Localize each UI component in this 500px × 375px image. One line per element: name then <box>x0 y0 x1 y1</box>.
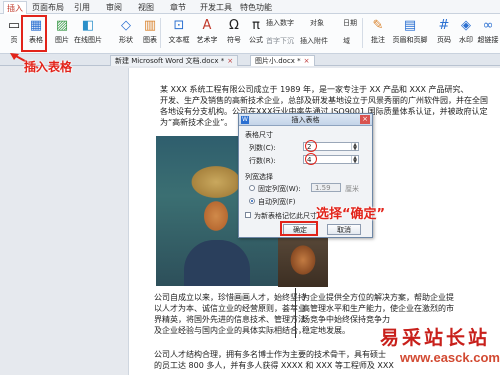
wordart-icon: A <box>202 18 212 33</box>
text-line: 开发、生产及销售的高新技术企业，总部及研发基地设立于风景秀丽的广州软件园，并在全… <box>160 96 488 105</box>
header-footer-label: 页眉和页脚 <box>392 36 428 44</box>
spinner-arrows-icon[interactable]: ▲ ▼ <box>351 156 358 165</box>
columns-value-circle <box>305 140 317 152</box>
date-button[interactable]: 日期 <box>343 18 357 28</box>
fixed-width-input[interactable]: 1.59 <box>311 183 341 192</box>
tab-developer[interactable]: 开发工具 <box>200 2 232 13</box>
textbox-icon: ⊡ <box>173 18 185 33</box>
online-picture-icon: ◧ <box>81 18 95 33</box>
wordart-label: 艺术字 <box>196 36 218 44</box>
tab-view[interactable]: 视图 <box>138 2 154 13</box>
comment-icon: ✎ <box>372 18 384 33</box>
picture-icon: ▨ <box>55 18 69 33</box>
header-footer-icon: ▤ <box>403 18 417 33</box>
header-footer-button[interactable]: ▤ 页眉和页脚 <box>392 16 428 50</box>
fixed-width-label: 固定列宽(W): <box>258 185 301 193</box>
text-line: 及企业经验与国内企业的具体实际相结合， <box>154 326 306 335</box>
ribbon-separator <box>160 18 161 48</box>
table-button-highlight <box>21 15 47 52</box>
text-line: 以人才为本、诚信立业的经营原则，荟萃业 <box>154 304 306 313</box>
hyperlink-label: 超链接 <box>477 36 499 44</box>
tab-chapter[interactable]: 章节 <box>170 2 186 13</box>
remember-size-label: 为新表格记忆此尺寸 <box>254 212 317 220</box>
columns-label: 列数(C): <box>249 144 276 152</box>
doc-tab-new[interactable]: 新建 Microsoft Word 文档.docx * × <box>110 55 239 66</box>
close-icon[interactable]: × <box>304 57 310 65</box>
doc-tab-image[interactable]: 图片小.docx * × <box>250 55 315 66</box>
menu-bar: 插入 页面布局 引用 审阅 视图 章节 开发工具 特色功能 <box>0 0 500 14</box>
ok-button-highlight <box>280 221 318 236</box>
spinner-arrows-icon[interactable]: ▲ ▼ <box>351 143 358 152</box>
document-tabs: 新建 Microsoft Word 文档.docx * × 图片小.docx * × <box>0 54 500 66</box>
cancel-button[interactable]: 取消 <box>327 224 361 235</box>
text-line: 界精英，将国外先进的信息技术、管理方法 <box>154 315 306 324</box>
rows-label: 行数(R): <box>249 157 276 165</box>
insert-picture-button[interactable]: ▨ 图片 <box>48 16 76 50</box>
text-line: 的员工达 800 多人，并有多人获得 XXXX 和 XXX 等工程师及 XXX <box>154 361 394 370</box>
textbox-label: 文本框 <box>168 36 190 44</box>
textbox-button[interactable]: ⊡ 文本框 <box>165 16 193 50</box>
dialog-title: 插入表格 <box>291 116 320 124</box>
site-watermark-url: www.easck.com <box>400 350 500 365</box>
rows-value-circle <box>305 153 317 165</box>
object-button[interactable]: 对象 <box>310 18 324 28</box>
doc-tab-image-label: 图片小.docx * <box>255 57 301 65</box>
tab-review[interactable]: 审阅 <box>106 2 122 13</box>
close-icon[interactable]: × <box>360 115 370 124</box>
attachment-button[interactable]: 插入附件 <box>300 36 328 46</box>
paragraph-left-column: 公司自成立以来，珍惜画画人才，始终坚持 以人才为本、诚信立业的经营原则，荟萃业 … <box>154 292 306 336</box>
site-watermark-text: 易采站长站 <box>380 327 491 349</box>
picture-label: 图片 <box>55 36 69 44</box>
portrait-image-right[interactable] <box>278 232 328 287</box>
column-divider <box>295 288 296 338</box>
text-line: 高管理水平和生产能力，使企业在激烈的市 <box>302 304 454 313</box>
fixed-width-radio[interactable] <box>249 185 255 191</box>
fixed-width-value: 1.59 <box>315 184 331 192</box>
text-line: 为企业提供全方位的解决方案，帮助企业提 <box>302 293 454 302</box>
ribbon: ▭ 页 ▦ 表格 ▨ 图片 ◧ 在线图片 ◇ 形状 ▥ 图表 ⊡ 文本框 A 艺… <box>0 14 500 54</box>
comment-label: 批注 <box>371 36 385 44</box>
tab-features[interactable]: 特色功能 <box>240 2 272 13</box>
table-size-heading: 表格尺寸 <box>245 131 273 139</box>
text-line: 公司自成立以来，珍惜画画人才，始终坚持 <box>154 293 306 302</box>
wordart-button[interactable]: A 艺术字 <box>193 16 221 50</box>
auto-width-label: 自动列宽(F) <box>258 198 296 206</box>
field-button[interactable]: 域 <box>343 36 350 46</box>
tab-references[interactable]: 引用 <box>74 2 90 13</box>
remember-size-checkbox[interactable] <box>245 212 251 218</box>
drop-cap-button[interactable]: 首字下沉 <box>266 36 294 46</box>
auto-width-radio[interactable] <box>249 198 255 204</box>
column-width-heading: 列宽选择 <box>245 173 273 181</box>
insert-table-note: 插入表格 <box>24 60 73 74</box>
hyperlink-button[interactable]: ∞ 超链接 <box>474 16 500 50</box>
online-picture-button[interactable]: ◧ 在线图片 <box>74 16 102 50</box>
insert-number-button[interactable]: 插入数字 <box>266 18 294 28</box>
text-line: 某 XXX 系统工程有限公司成立于 1989 年，是一家专注于 XX 产品和 X… <box>160 85 469 94</box>
close-icon[interactable]: × <box>227 57 233 65</box>
dialog-titlebar: W 插入表格 × <box>239 114 372 126</box>
comment-button[interactable]: ✎ 批注 <box>364 16 392 50</box>
text-line: 公司人才结构合理，拥有多名博士作为主要的技术骨干，具有硕士 <box>154 350 386 359</box>
tab-page-layout[interactable]: 页面布局 <box>32 2 64 13</box>
link-icon: ∞ <box>482 18 494 33</box>
ribbon-separator <box>362 18 363 48</box>
paragraph-staff: 公司人才结构合理，拥有多名博士作为主要的技术骨干，具有硕士 的员工达 800 多… <box>154 349 394 371</box>
unit-label: 厘米 <box>345 185 359 193</box>
online-picture-label: 在线图片 <box>74 36 102 44</box>
doc-tab-new-label: 新建 Microsoft Word 文档.docx * <box>115 57 225 65</box>
select-ok-note: 选择“确定” <box>316 207 386 222</box>
tab-insert[interactable]: 插入 <box>3 1 27 14</box>
